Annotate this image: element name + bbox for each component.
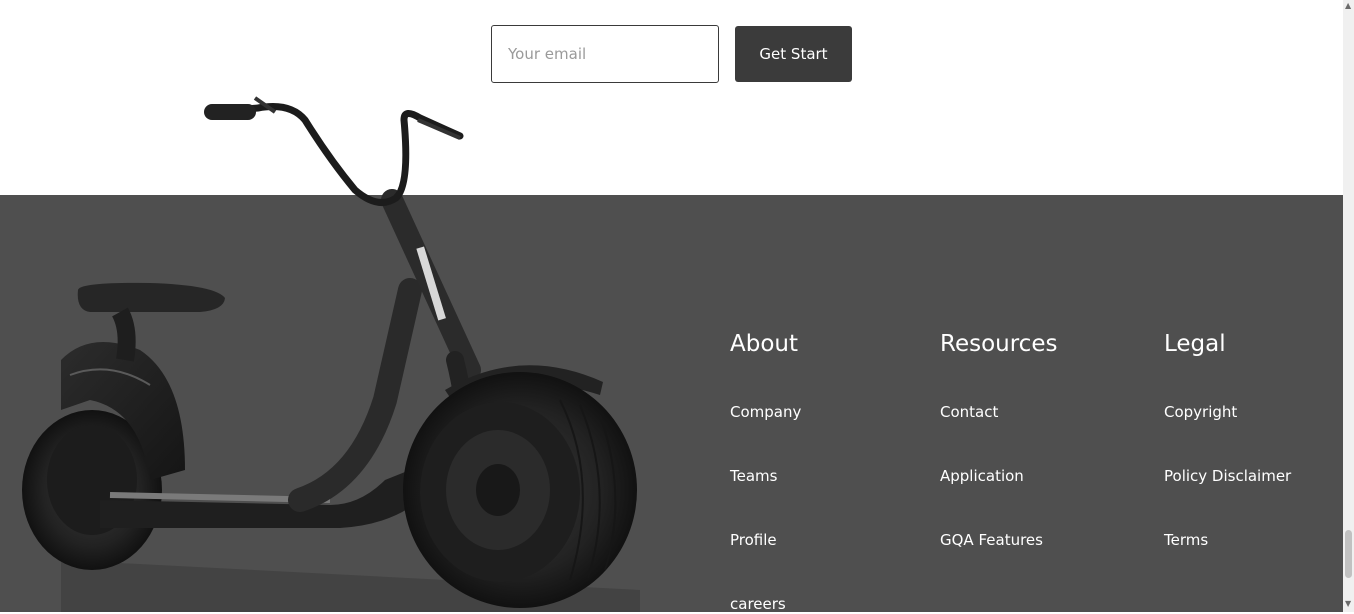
footer-link-contact[interactable]: Contact — [940, 402, 998, 422]
get-start-button[interactable]: Get Start — [735, 26, 852, 82]
footer-link-teams[interactable]: Teams — [730, 466, 777, 486]
email-input[interactable] — [491, 25, 719, 83]
footer-link-application[interactable]: Application — [940, 466, 1024, 486]
scroll-down-icon[interactable]: ▼ — [1345, 600, 1351, 608]
footer-link-gqa-features[interactable]: GQA Features — [940, 530, 1043, 550]
vertical-scrollbar[interactable]: ▲ ▼ — [1343, 0, 1354, 612]
about-heading: About — [730, 331, 799, 357]
footer-link-profile[interactable]: Profile — [730, 530, 777, 550]
footer-link-terms[interactable]: Terms — [1164, 530, 1208, 550]
footer-link-copyright[interactable]: Copyright — [1164, 402, 1237, 422]
footer — [0, 195, 1343, 612]
legal-heading: Legal — [1164, 331, 1226, 357]
scrollbar-thumb[interactable] — [1345, 530, 1352, 578]
footer-link-careers[interactable]: careers — [730, 594, 786, 614]
resources-heading: Resources — [940, 331, 1058, 357]
footer-link-policy-disclaimer[interactable]: Policy Disclaimer — [1164, 466, 1291, 486]
scroll-up-icon[interactable]: ▲ — [1345, 2, 1351, 10]
footer-link-company[interactable]: Company — [730, 402, 801, 422]
